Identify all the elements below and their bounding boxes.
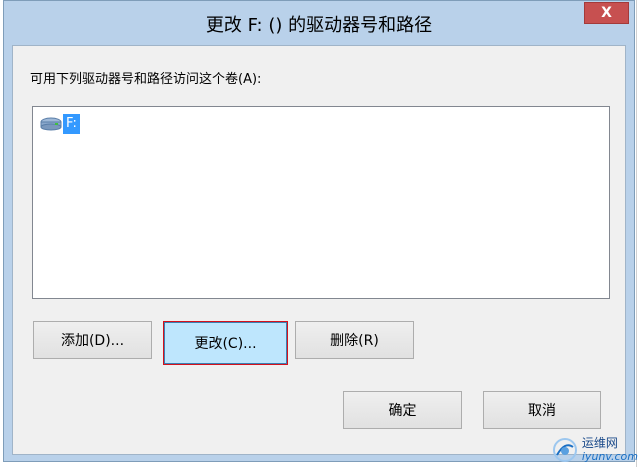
watermark: 运维网 iyunv.com xyxy=(552,437,638,463)
add-button[interactable]: 添加(D)... xyxy=(33,321,152,359)
cancel-button[interactable]: 取消 xyxy=(483,391,601,429)
dialog-title: 更改 F: () 的驱动器号和路径 xyxy=(205,15,433,36)
watermark-logo-icon xyxy=(552,438,577,462)
drive-icon xyxy=(40,117,62,131)
watermark-cn: 运维网 xyxy=(581,436,618,450)
watermark-en: iyunv.com xyxy=(581,450,638,463)
change-button[interactable]: 更改(C)... xyxy=(163,321,288,365)
watermark-text: 运维网 iyunv.com xyxy=(581,436,638,464)
list-item-label: F: xyxy=(63,114,80,134)
screen: 更改 F: () 的驱动器号和路径 X 可用下列驱动器号和路径访问这个卷(A): xyxy=(0,0,644,467)
drive-path-listbox[interactable]: F: xyxy=(32,106,610,299)
title-bar[interactable]: 更改 F: () 的驱动器号和路径 X xyxy=(4,1,634,45)
list-caption: 可用下列驱动器号和路径访问这个卷(A): xyxy=(30,72,262,87)
change-drive-letter-dialog: 更改 F: () 的驱动器号和路径 X 可用下列驱动器号和路径访问这个卷(A): xyxy=(3,0,635,462)
background-window-edge xyxy=(636,0,644,467)
close-icon: X xyxy=(601,5,612,21)
ok-button[interactable]: 确定 xyxy=(343,391,462,429)
dialog-body: 可用下列驱动器号和路径访问这个卷(A): F: 添加(D)... 更改(C)..… xyxy=(12,45,626,455)
delete-button[interactable]: 删除(R) xyxy=(295,321,414,359)
list-item[interactable]: F: xyxy=(40,113,80,135)
close-button[interactable]: X xyxy=(584,2,629,24)
